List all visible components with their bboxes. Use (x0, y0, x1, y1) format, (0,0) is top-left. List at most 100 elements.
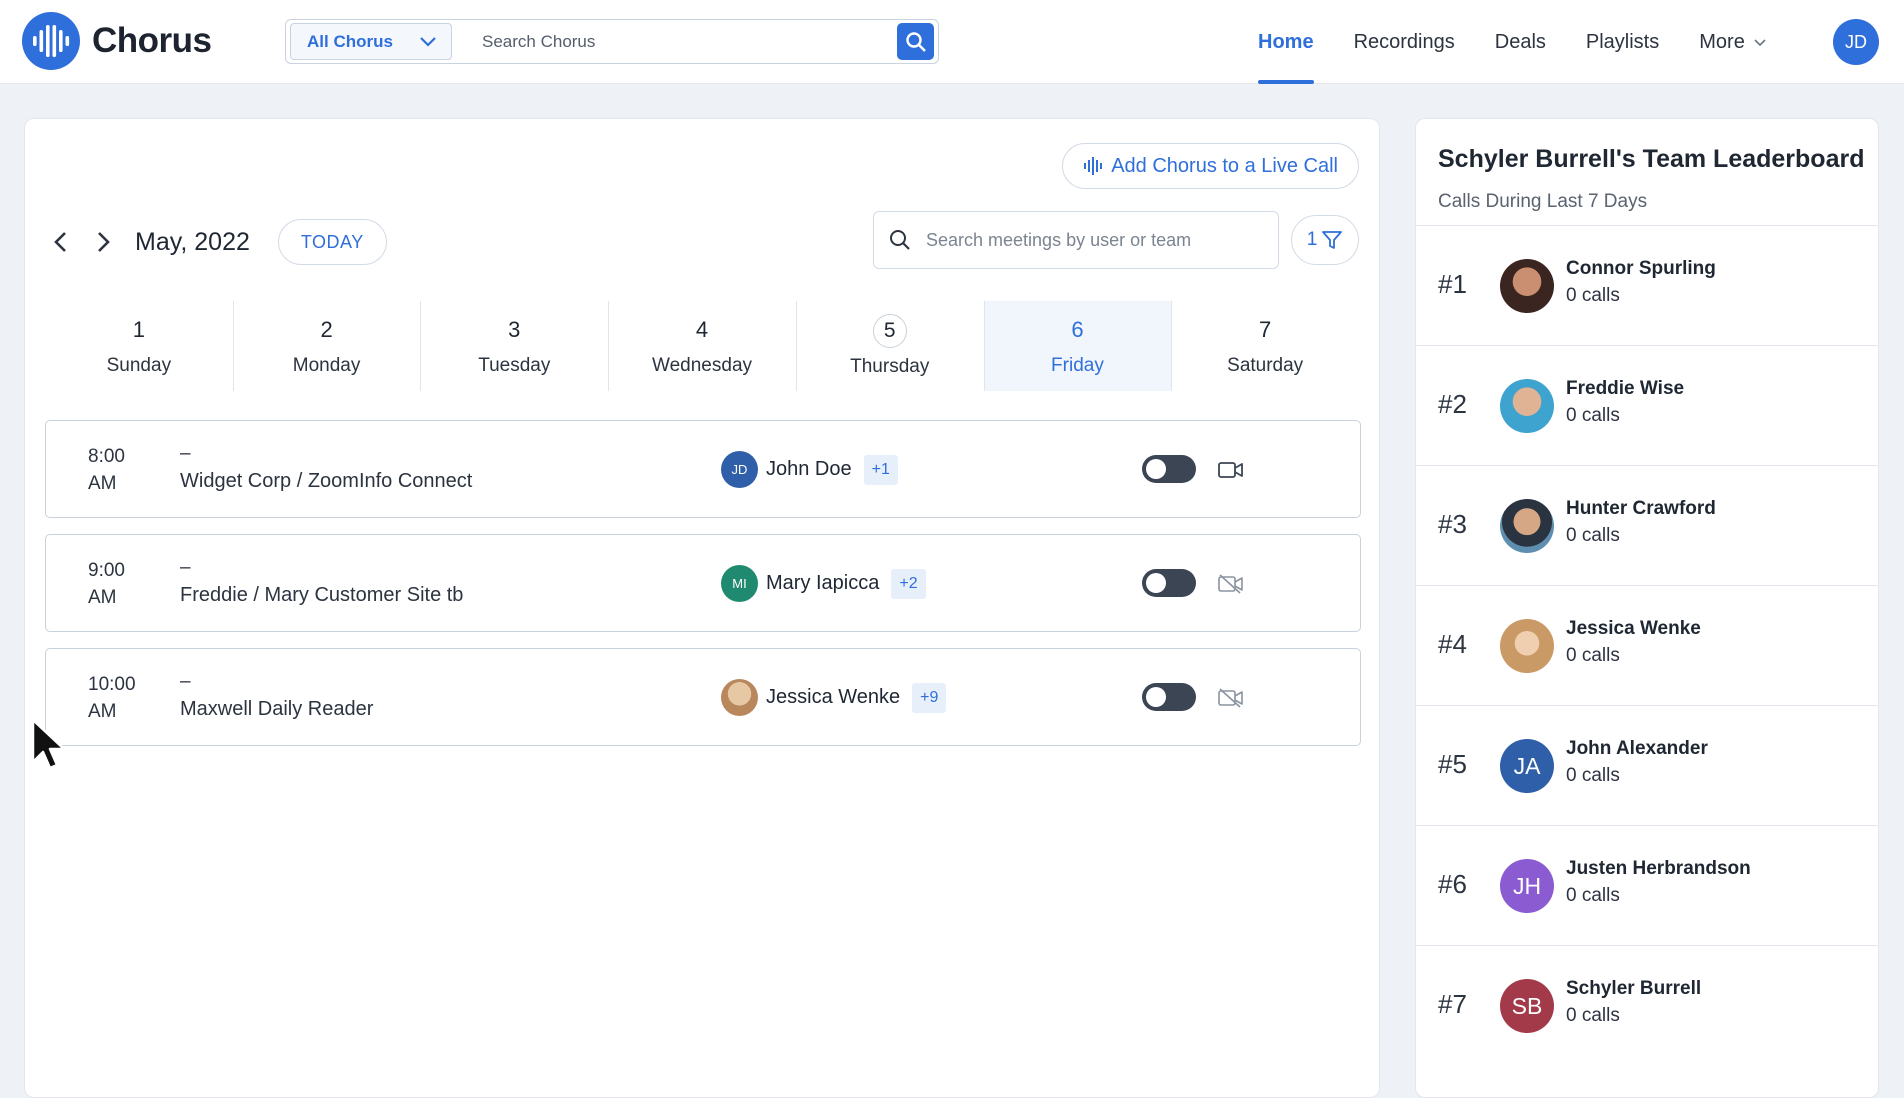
avatar: JA (1500, 739, 1554, 793)
call-count: 0 calls (1566, 525, 1620, 546)
leaderboard-row[interactable]: #3 Hunter Crawford 0 calls (1416, 465, 1878, 585)
leaderboard-row[interactable]: #4 Jessica Wenke 0 calls (1416, 585, 1878, 705)
leaderboard-row[interactable]: #5 JA John Alexander 0 calls (1416, 705, 1878, 825)
day-number: 1 (132, 317, 145, 342)
meeting-search-input[interactable]: Search meetings by user or team (873, 211, 1279, 269)
user-avatar[interactable]: JD (1833, 19, 1879, 65)
current-month: May, 2022 (135, 227, 250, 256)
leaderboard-row[interactable]: #7 SB Schyler Burrell 0 calls (1416, 945, 1878, 1065)
rank: #1 (1438, 269, 1467, 299)
avatar (1500, 499, 1554, 553)
rank: #7 (1438, 989, 1467, 1019)
day-wednesday[interactable]: 4 Wednesday (608, 301, 796, 391)
filter-button[interactable]: 1 (1291, 215, 1359, 265)
top-navigation-bar: Chorus All Chorus Search Chorus Home Rec… (0, 0, 1904, 84)
search-icon (890, 230, 910, 250)
nav-home[interactable]: Home (1258, 0, 1314, 84)
day-number: 3 (508, 317, 521, 342)
leaderboard-row[interactable]: #6 JH Justen Herbrandson 0 calls (1416, 825, 1878, 945)
extra-participants-badge[interactable]: +1 (863, 454, 898, 485)
meeting-time-value: 10:00 (88, 674, 136, 695)
date-navigation: May, 2022 TODAY (45, 219, 387, 265)
leaderboard-row[interactable]: #1 Connor Spurling 0 calls (1416, 225, 1878, 345)
day-thursday[interactable]: 5 Thursday (795, 301, 984, 391)
day-number: 6 (1071, 317, 1084, 342)
nav-recordings[interactable]: Recordings (1354, 0, 1455, 84)
day-number: 2 (320, 317, 333, 342)
call-count: 0 calls (1566, 285, 1620, 306)
nav-deals[interactable]: Deals (1495, 0, 1546, 84)
chorus-logo[interactable]: Chorus (22, 12, 212, 70)
avatar (1500, 259, 1554, 313)
chevron-down-icon (420, 36, 436, 47)
calendar-panel: Add Chorus to a Live Call May, 2022 TODA… (24, 118, 1380, 1098)
meeting-time-ampm: AM (88, 473, 117, 494)
day-friday[interactable]: 6 Friday (983, 301, 1172, 391)
rank: #5 (1438, 749, 1467, 779)
meeting-card[interactable]: 8:00 AM – Widget Corp / ZoomInfo Connect … (45, 420, 1361, 518)
global-search-input[interactable]: Search Chorus (452, 32, 897, 52)
next-week-button[interactable] (87, 226, 119, 258)
day-sunday[interactable]: 1 Sunday (45, 301, 233, 391)
meeting-time: 10:00 AM (88, 671, 148, 725)
meeting-owner: MI Mary Iapicca +2 (721, 565, 926, 602)
owner-name: Jessica Wenke (766, 686, 901, 708)
nav-more-label: More (1699, 30, 1745, 53)
day-saturday[interactable]: 7 Saturday (1171, 301, 1359, 391)
leaderboard-title: Schyler Burrell's Team Leaderboard (1438, 145, 1865, 173)
day-name: Wednesday (652, 355, 753, 376)
call-count: 0 calls (1566, 1005, 1620, 1026)
add-chorus-live-call-button[interactable]: Add Chorus to a Live Call (1062, 143, 1359, 189)
day-name: Friday (1051, 355, 1104, 376)
video-off-icon (1216, 571, 1246, 597)
previous-week-button[interactable] (45, 226, 77, 258)
rank: #2 (1438, 389, 1467, 419)
call-count: 0 calls (1566, 885, 1620, 906)
main-nav: Home Recordings Deals Playlists More (1258, 0, 1807, 84)
week-day-strip: 1 Sunday 2 Monday 3 Tuesday 4 Wednesday 5 Thu… (45, 301, 1359, 391)
chevron-right-icon (98, 232, 110, 252)
meeting-card[interactable]: 10:00 AM – Maxwell Daily Reader Jessica W… (45, 648, 1361, 746)
team-leaderboard: Schyler Burrell's Team Leaderboard Calls… (1415, 118, 1879, 1098)
record-toggle[interactable] (1142, 569, 1196, 597)
meeting-title: Maxwell Daily Reader (180, 698, 374, 720)
avatar (1500, 619, 1554, 673)
member-name: Schyler Burrell (1566, 978, 1702, 999)
day-name: Saturday (1227, 355, 1304, 376)
rank: #3 (1438, 509, 1467, 539)
day-monday[interactable]: 2 Monday (232, 301, 421, 391)
meeting-time-ampm: AM (88, 587, 117, 608)
day-tuesday[interactable]: 3 Tuesday (420, 301, 608, 391)
meeting-time-value: 8:00 (88, 446, 125, 467)
extra-participants-badge[interactable]: +2 (891, 568, 926, 599)
sound-wave-icon (1084, 157, 1103, 175)
global-search-bar: All Chorus Search Chorus (285, 19, 939, 64)
search-scope-dropdown[interactable]: All Chorus (290, 23, 452, 60)
nav-playlists[interactable]: Playlists (1586, 0, 1659, 84)
leaderboard-row[interactable]: #2 Freddie Wise 0 calls (1416, 345, 1878, 465)
day-number: 4 (695, 317, 709, 342)
record-toggle[interactable] (1142, 455, 1196, 483)
day-name: Tuesday (478, 355, 551, 376)
avatar (721, 679, 758, 716)
rank: #4 (1438, 629, 1467, 659)
meeting-title: Freddie / Mary Customer Site tb (180, 584, 464, 606)
record-toggle[interactable] (1142, 683, 1196, 711)
day-name: Thursday (850, 356, 930, 377)
meeting-time-value: 9:00 (88, 560, 125, 581)
day-number: 5 (872, 314, 907, 348)
meeting-search-placeholder: Search meetings by user or team (926, 229, 1192, 250)
meeting-title: Widget Corp / ZoomInfo Connect (180, 470, 473, 492)
day-number: 7 (1259, 317, 1272, 342)
meeting-card[interactable]: 9:00 AM – Freddie / Mary Customer Site tb… (45, 534, 1361, 632)
chevron-left-icon (54, 232, 66, 252)
today-button[interactable]: TODAY (277, 219, 387, 265)
day-name: Sunday (106, 355, 172, 376)
extra-participants-badge[interactable]: +9 (912, 682, 947, 713)
nav-more[interactable]: More (1699, 0, 1767, 84)
day-name: Monday (292, 355, 361, 376)
owner-name: Mary Iapicca (766, 572, 880, 594)
member-name: Justen Herbrandson (1566, 858, 1751, 879)
search-button[interactable] (897, 23, 934, 60)
meeting-owner: JD John Doe +1 (721, 451, 898, 488)
